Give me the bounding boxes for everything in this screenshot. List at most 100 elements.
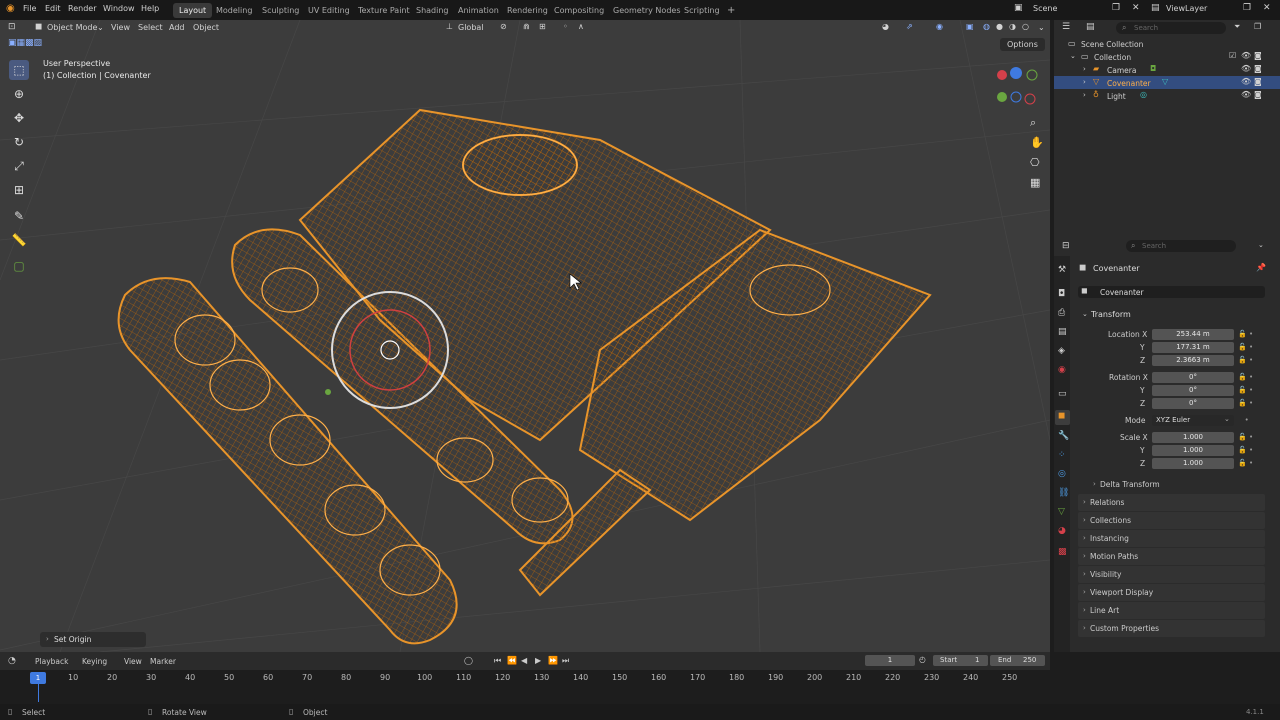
current-frame-field[interactable]: 1 (865, 655, 915, 666)
workspace-tab-compositing[interactable]: Compositing (548, 3, 610, 18)
lock-icon[interactable]: 🔓 • (1238, 444, 1262, 457)
section-line-art[interactable]: › Line Art (1078, 602, 1265, 619)
lock-icon[interactable]: 🔓 • (1238, 371, 1262, 384)
cursor-tool-icon[interactable]: ⊕ (9, 84, 29, 104)
outliner-row-camera[interactable]: › ▰ Camera ◘ 👁 ◙ (1054, 63, 1280, 76)
snap-icon[interactable]: ⋒ (523, 22, 530, 31)
render-camera-icon[interactable]: ◙ (1254, 64, 1262, 73)
transform-panel-header[interactable]: Transform (1091, 310, 1131, 319)
particles-tab-icon[interactable]: ⁘ (1058, 450, 1066, 460)
render-tab-icon[interactable]: ◘ (1058, 289, 1065, 299)
select-box-tool-icon[interactable]: ⬚ (9, 60, 29, 80)
delete-scene-icon[interactable]: ✕ (1132, 3, 1140, 13)
menu-object[interactable]: Object (193, 23, 219, 32)
new-collection-icon[interactable]: ❐ (1254, 22, 1261, 31)
wireframe-shading-icon[interactable]: ◍ (983, 22, 990, 31)
section-relations[interactable]: › Relations (1078, 494, 1265, 511)
physics-tab-icon[interactable]: ◎ (1058, 469, 1066, 479)
scale-y-field[interactable]: 1.000 (1152, 445, 1234, 456)
scale-x-field[interactable]: 1.000 (1152, 432, 1234, 443)
material-tab-icon[interactable]: ◕ (1058, 526, 1066, 536)
visibility-eye-icon[interactable]: 👁 (1241, 64, 1251, 73)
texture-tab-icon[interactable]: ▩ (1058, 547, 1067, 557)
rotation-x-field[interactable]: 0° (1152, 372, 1234, 383)
visibility-eye-icon[interactable]: 👁 (1241, 90, 1251, 99)
expand-chevron-icon[interactable]: › (1083, 78, 1086, 86)
zoom-icon[interactable]: ⌕ (1030, 116, 1036, 130)
rendered-shading-icon[interactable]: ○ (1022, 22, 1029, 31)
object-tab-active[interactable]: ◼ (1055, 410, 1070, 425)
properties-editor-icon[interactable]: ⊟ (1062, 241, 1070, 251)
jump-keyframe-back-icon[interactable]: ⏪ (507, 656, 517, 665)
lock-icon[interactable]: 🔓 • (1238, 341, 1262, 354)
render-camera-icon[interactable]: ◙ (1254, 90, 1262, 99)
add-workspace-button[interactable]: + (721, 3, 741, 18)
menu-help[interactable]: Help (141, 4, 159, 13)
editor-type-icon[interactable]: ⊡ (8, 22, 16, 32)
gizmo-icon[interactable]: ⇗ (906, 22, 913, 31)
collection-chevron-icon[interactable]: ⌄ (1070, 52, 1076, 60)
playhead-marker[interactable]: 1 (30, 672, 46, 684)
location-x-field[interactable]: 253.44 m (1152, 329, 1234, 340)
properties-search-input[interactable]: ⌕ Search (1126, 240, 1236, 252)
workspace-tab-texture-paint[interactable]: Texture Paint (352, 3, 416, 18)
view-layer-tab-icon[interactable]: ▤ (1058, 327, 1067, 337)
workspace-tab-sculpting[interactable]: Sculpting (256, 3, 305, 18)
modifier-tab-icon[interactable]: 🔧 (1058, 431, 1069, 441)
visibility-icon[interactable]: ◕ (882, 22, 889, 31)
outliner-editor-icon[interactable]: ☰ (1062, 22, 1070, 32)
outliner-search-input[interactable]: ⌕ Search (1116, 22, 1226, 34)
3d-viewport[interactable] (0, 20, 1050, 652)
chevron-down-icon[interactable]: ⌄ (1258, 241, 1264, 249)
blender-logo-icon[interactable]: ◉ (6, 3, 15, 14)
lock-icon[interactable]: 🔓 • (1238, 431, 1262, 444)
view-layer-selector[interactable]: ViewLayer (1166, 4, 1207, 13)
section-custom-properties[interactable]: › Custom Properties (1078, 620, 1265, 637)
object-name-field[interactable]: ◼ Covenanter (1078, 286, 1265, 298)
output-tab-icon[interactable]: ⎙ (1058, 308, 1065, 318)
orientation-dropdown[interactable]: Global (458, 23, 484, 32)
measure-tool-icon[interactable]: 📏 (9, 230, 29, 250)
lock-icon[interactable]: 🔓 • (1238, 457, 1262, 470)
last-operator-panel[interactable]: › Set Origin (40, 632, 146, 647)
scene-selector[interactable]: Scene (1033, 4, 1057, 13)
shading-options-chevron-icon[interactable]: ⌄ (1038, 23, 1045, 32)
rotation-z-field[interactable]: 0° (1152, 398, 1234, 409)
menu-keying[interactable]: Keying (82, 657, 107, 666)
transform-chevron-icon[interactable]: ⌄ (1082, 310, 1088, 318)
render-camera-icon[interactable]: ◙ (1254, 77, 1262, 86)
workspace-tab-layout[interactable]: Layout (173, 3, 213, 18)
proportional-edit-icon[interactable]: ◦ (563, 22, 568, 31)
pivot-icon[interactable]: ⊘ (500, 22, 507, 31)
scale-tool-icon[interactable]: ⤢ (9, 156, 29, 176)
outliner-row-covenanter[interactable]: › ▽ Covenanter ▽ 👁 ◙ (1054, 76, 1280, 89)
lock-icon[interactable]: 🔓 • (1238, 328, 1262, 341)
workspace-tab-modeling[interactable]: Modeling (210, 3, 258, 18)
jump-start-icon[interactable]: ⏮ (494, 656, 501, 666)
keyframe-dot-icon[interactable]: • (1238, 414, 1262, 427)
annotate-tool-icon[interactable]: ✎ (9, 206, 29, 226)
section-collections[interactable]: › Collections (1078, 512, 1265, 529)
rotation-mode-dropdown[interactable]: XYZ Euler ⌄ (1152, 415, 1234, 426)
select-mode-icons[interactable]: ▣▦▩▨ (8, 38, 68, 50)
data-tab-icon[interactable]: ▽ (1058, 507, 1065, 517)
camera-view-icon[interactable]: ⎔ (1030, 156, 1040, 169)
workspace-tab-geometry-nodes[interactable]: Geometry Nodes (607, 3, 686, 18)
expand-chevron-icon[interactable]: › (1083, 91, 1086, 99)
outliner-row-light[interactable]: › ♁ Light ◎ 👁 ◙ (1054, 89, 1280, 102)
delta-transform-subpanel[interactable]: › Delta Transform (1078, 476, 1265, 492)
menu-edit[interactable]: Edit (45, 4, 61, 13)
preview-range-clock-icon[interactable]: ◴ (919, 655, 926, 664)
render-camera-icon[interactable]: ◙ (1254, 51, 1262, 60)
scale-z-field[interactable]: 1.000 (1152, 458, 1234, 469)
scene-tab-icon[interactable]: ◈ (1058, 346, 1065, 356)
workspace-tab-scripting[interactable]: Scripting (678, 3, 726, 18)
collection-tab-icon[interactable]: ▭ (1058, 389, 1067, 399)
pan-hand-icon[interactable]: ✋ (1030, 136, 1044, 149)
transform-tool-icon[interactable]: ⊞ (9, 180, 29, 200)
menu-playback[interactable]: Playback (35, 657, 68, 666)
add-cube-tool-icon[interactable]: ▢ (9, 256, 29, 276)
section-visibility[interactable]: › Visibility (1078, 566, 1265, 583)
copy-view-layer-icon[interactable]: ❐ (1243, 3, 1251, 13)
menu-view[interactable]: View (111, 23, 130, 32)
